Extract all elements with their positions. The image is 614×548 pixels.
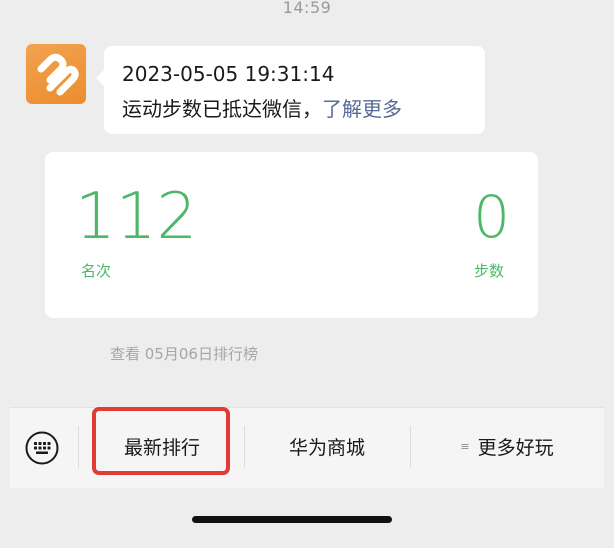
sports-stats-card[interactable]: 112 名次 0 步数: [45, 152, 538, 318]
learn-more-link[interactable]: 了解更多: [322, 97, 402, 121]
keyboard-toggle-button[interactable]: [24, 430, 60, 466]
message-text-line: 运动步数已抵达微信，了解更多: [122, 93, 402, 122]
steps-value: 0: [473, 183, 510, 251]
view-ranking-link[interactable]: 查看 05月06日排行榜: [110, 343, 258, 364]
menu-divider: [78, 426, 79, 468]
menu-lines-icon: ≡: [460, 439, 470, 453]
steps-label: 步数: [473, 262, 504, 280]
message-bubble: 2023-05-05 19:31:14 运动步数已抵达微信，了解更多: [96, 46, 485, 134]
menu-more-fun[interactable]: ≡ 更多好玩: [410, 422, 604, 470]
heart-logo-icon: [37, 53, 79, 96]
chat-timestamp: 14:59: [282, 0, 332, 17]
menu-latest-ranking[interactable]: 最新排行: [80, 422, 244, 470]
keyboard-icon: [25, 431, 59, 465]
wechat-sports-avatar[interactable]: [26, 44, 86, 104]
message-datetime: 2023-05-05 19:31:14: [122, 62, 335, 86]
menu-more-fun-label: 更多好玩: [477, 436, 554, 459]
rank-label: 名次: [81, 262, 112, 280]
home-indicator[interactable]: [192, 516, 392, 523]
bottom-menu-bar: 最新排行 华为商城 ≡ 更多好玩: [10, 407, 604, 488]
message-text: 运动步数已抵达微信，: [122, 97, 322, 121]
menu-huawei-mall[interactable]: 华为商城: [244, 422, 410, 470]
rank-value: 112: [75, 180, 198, 254]
